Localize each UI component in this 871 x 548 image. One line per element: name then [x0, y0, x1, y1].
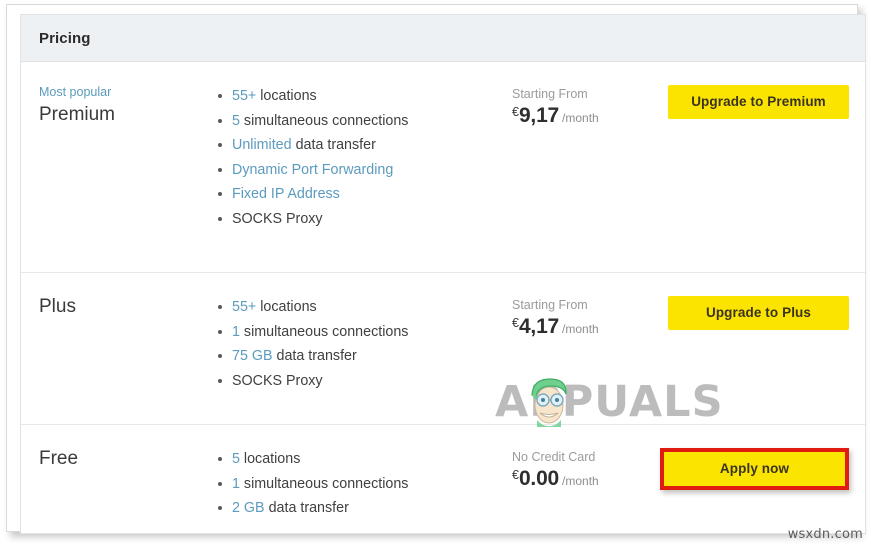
plan-name-cell: Most popular Premium — [21, 84, 196, 127]
feature-highlight: 1 — [232, 323, 240, 340]
plan-features-cell: 5 locations 1 simultaneous connections 2 G… — [196, 447, 512, 521]
price-amount: 4,17 — [518, 315, 560, 338]
feature-highlight: 2 GB — [232, 500, 265, 516]
currency-symbol: € — [512, 468, 519, 482]
plan-price-cell: Starting From €4,17/month — [512, 295, 660, 339]
price-label: Starting From — [512, 298, 588, 312]
feature-highlight: Fixed IP Address — [232, 186, 340, 202]
screenshot-root: Pricing Most popular Premium 55+ locations… — [0, 0, 871, 548]
feature-item: Fixed IP Address — [218, 182, 512, 207]
plan-row: Most popular Premium 55+ locations 5 simult… — [21, 62, 865, 273]
plan-cta-button[interactable]: Upgrade to Premium — [668, 85, 849, 119]
price-period: /month — [562, 111, 599, 125]
feature-highlight: Unlimited — [232, 137, 292, 153]
most-popular-badge: Most popular — [39, 85, 112, 99]
feature-item: Unlimited data transfer — [218, 133, 512, 158]
plan-name-cell: Plus — [21, 295, 196, 319]
feature-highlight: 5 — [232, 451, 240, 467]
feature-text: locations — [256, 88, 317, 104]
feature-text: data transfer — [291, 137, 376, 153]
feature-text: simultaneous connections — [239, 323, 409, 340]
feature-list: 5 locations 1 simultaneous connections 2 G… — [196, 447, 512, 521]
feature-highlight: Dynamic Port Forwarding — [232, 161, 394, 178]
source-watermark: wsxdn.com — [787, 527, 863, 542]
price-amount: 0.00 — [518, 467, 560, 490]
feature-list: 55+ locations 5 simultaneous connections U… — [196, 84, 512, 231]
pricing-panel: Pricing Most popular Premium 55+ locations… — [20, 14, 866, 534]
plan-row: Free 5 locations 1 simultaneous connection… — [21, 425, 865, 533]
plan-name-cell: Free — [21, 447, 196, 471]
plan-cta-button[interactable]: Upgrade to Plus — [668, 296, 849, 330]
content-frame: Pricing Most popular Premium 55+ locations… — [6, 4, 866, 534]
plan-price-cell: No Credit Card €0.00/month — [512, 447, 660, 491]
plan-row: Plus 55+ locations 1 simultaneous connecti… — [21, 273, 865, 425]
plan-title: Premium — [39, 104, 116, 125]
cta-highlight-annotation: Apply now — [660, 448, 849, 490]
plan-price-cell: Starting From €9,17/month — [512, 84, 660, 128]
plan-list: Most popular Premium 55+ locations 5 simult… — [21, 62, 865, 533]
feature-highlight: 1 — [232, 475, 240, 492]
feature-highlight: 55+ — [232, 299, 257, 315]
price-label: No Credit Card — [512, 450, 596, 464]
feature-item: 75 GB data transfer — [218, 344, 512, 369]
feature-list: 55+ locations 1 simultaneous connections 7… — [196, 295, 512, 393]
feature-item: 1 simultaneous connections — [218, 472, 512, 497]
feature-text: SOCKS Proxy — [232, 372, 323, 389]
feature-item: 5 locations — [218, 447, 512, 472]
plan-features-cell: 55+ locations 5 simultaneous connections U… — [196, 84, 512, 231]
plan-features-cell: 55+ locations 1 simultaneous connections 7… — [196, 295, 512, 393]
plan-cta-cell: Upgrade to Premium — [660, 84, 865, 119]
feature-text: locations — [239, 451, 301, 467]
feature-text: locations — [256, 299, 317, 315]
feature-item: SOCKS Proxy — [218, 369, 512, 394]
plan-title: Plus — [39, 296, 76, 317]
feature-text: data transfer — [264, 500, 349, 516]
plan-cta-cell: Upgrade to Plus — [660, 295, 865, 330]
feature-item: 5 simultaneous connections — [218, 109, 512, 134]
feature-text: SOCKS Proxy — [232, 210, 323, 227]
price-label: Starting From — [512, 87, 588, 101]
feature-highlight: 75 GB — [232, 348, 273, 364]
currency-symbol: € — [512, 105, 519, 119]
currency-symbol: € — [512, 316, 519, 330]
feature-highlight: 5 — [232, 112, 240, 129]
feature-item: SOCKS Proxy — [218, 207, 512, 232]
feature-highlight: 55+ — [232, 88, 257, 104]
price-period: /month — [562, 474, 599, 488]
feature-item: 55+ locations — [218, 84, 512, 109]
feature-item: Dynamic Port Forwarding — [218, 158, 512, 183]
feature-item: 2 GB data transfer — [218, 496, 512, 521]
plan-cta-button[interactable]: Apply now — [666, 454, 843, 484]
cta-wrapper: Upgrade to Premium — [668, 85, 849, 119]
price-period: /month — [562, 322, 599, 336]
feature-text: simultaneous connections — [239, 475, 409, 492]
plan-cta-cell: Apply now — [660, 447, 865, 490]
cta-wrapper: Upgrade to Plus — [668, 296, 849, 330]
price-line: €0.00/month — [512, 467, 660, 491]
feature-text: data transfer — [272, 348, 357, 364]
plan-title: Free — [39, 448, 79, 469]
panel-header: Pricing — [21, 15, 865, 62]
price-line: €9,17/month — [512, 104, 660, 128]
feature-item: 1 simultaneous connections — [218, 320, 512, 345]
feature-item: 55+ locations — [218, 295, 512, 320]
price-amount: 9,17 — [518, 104, 560, 127]
page-title: Pricing — [39, 29, 91, 47]
feature-text: simultaneous connections — [239, 112, 409, 129]
price-line: €4,17/month — [512, 315, 660, 339]
